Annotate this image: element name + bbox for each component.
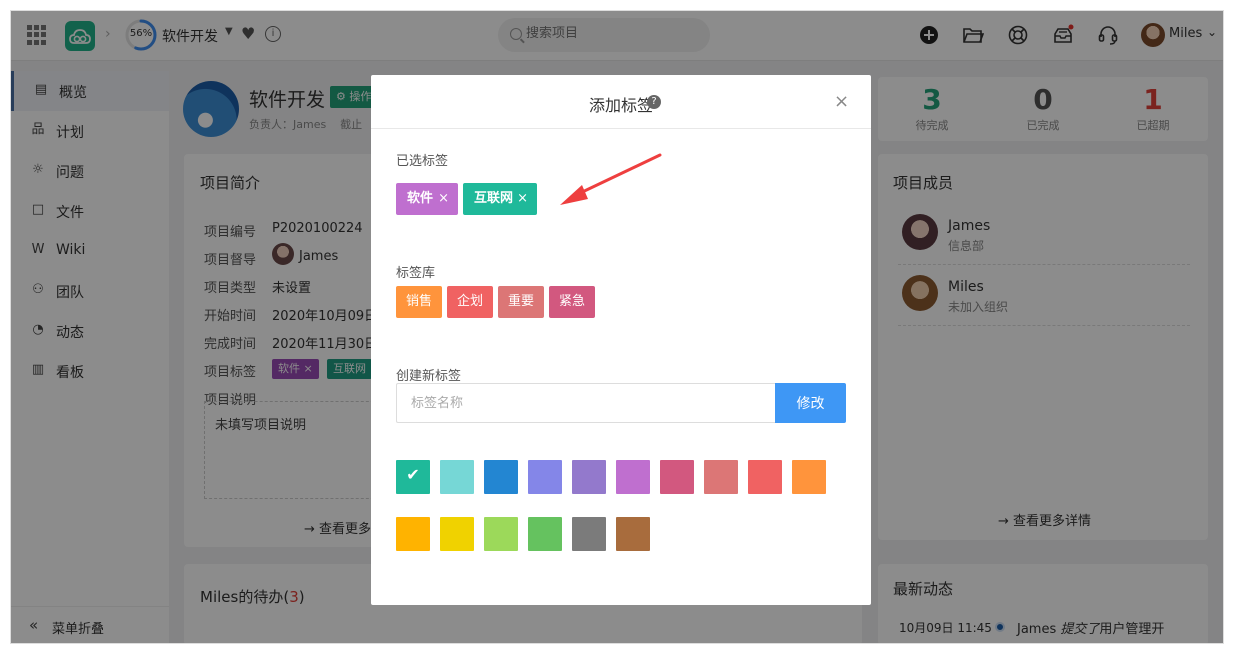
selected-tag[interactable]: 互联网 × bbox=[463, 183, 537, 215]
color-swatch[interactable] bbox=[484, 517, 518, 551]
color-swatch[interactable] bbox=[616, 460, 650, 494]
modify-button[interactable]: 修改 bbox=[775, 383, 846, 423]
color-swatch[interactable] bbox=[792, 460, 826, 494]
library-tag[interactable]: 重要 bbox=[498, 286, 544, 318]
selected-tags-label: 已选标签 bbox=[396, 154, 449, 169]
tag-name-input[interactable] bbox=[396, 383, 776, 423]
library-tag[interactable]: 紧急 bbox=[549, 286, 595, 318]
library-tag[interactable]: 企划 bbox=[447, 286, 493, 318]
tag-name: 软件 bbox=[407, 191, 434, 206]
close-icon[interactable]: × bbox=[834, 91, 849, 112]
help-icon[interactable]: ? bbox=[647, 95, 661, 109]
library-tag[interactable]: 销售 bbox=[396, 286, 442, 318]
color-swatch[interactable]: ✔ bbox=[396, 460, 430, 494]
remove-tag-icon[interactable]: × bbox=[517, 183, 528, 215]
color-swatch[interactable] bbox=[440, 460, 474, 494]
color-swatch[interactable] bbox=[704, 460, 738, 494]
color-swatch[interactable] bbox=[528, 517, 562, 551]
annotation-arrow bbox=[560, 153, 662, 205]
check-icon: ✔ bbox=[406, 465, 420, 484]
dialog-header: 添加标签 ? × bbox=[371, 75, 871, 129]
remove-tag-icon[interactable]: × bbox=[438, 183, 449, 215]
create-tag-label: 创建新标签 bbox=[396, 369, 462, 384]
color-swatch[interactable] bbox=[484, 460, 518, 494]
color-swatch[interactable] bbox=[528, 460, 562, 494]
color-swatch[interactable] bbox=[572, 460, 606, 494]
selected-tag[interactable]: 软件 × bbox=[396, 183, 458, 215]
tag-name: 互联网 bbox=[474, 191, 514, 206]
color-swatch[interactable] bbox=[616, 517, 650, 551]
tag-library-label: 标签库 bbox=[396, 266, 436, 281]
color-swatch[interactable] bbox=[748, 460, 782, 494]
app-window: › 56% 软件开发 ▼ ♥ i 搜索项目 Miles ⌄ ▤ 概览 品 计划 … bbox=[10, 10, 1224, 644]
color-swatch[interactable] bbox=[660, 460, 694, 494]
color-swatch[interactable] bbox=[396, 517, 430, 551]
color-swatch[interactable] bbox=[572, 517, 606, 551]
dialog-title: 添加标签 bbox=[588, 96, 653, 115]
color-swatch[interactable] bbox=[440, 517, 474, 551]
